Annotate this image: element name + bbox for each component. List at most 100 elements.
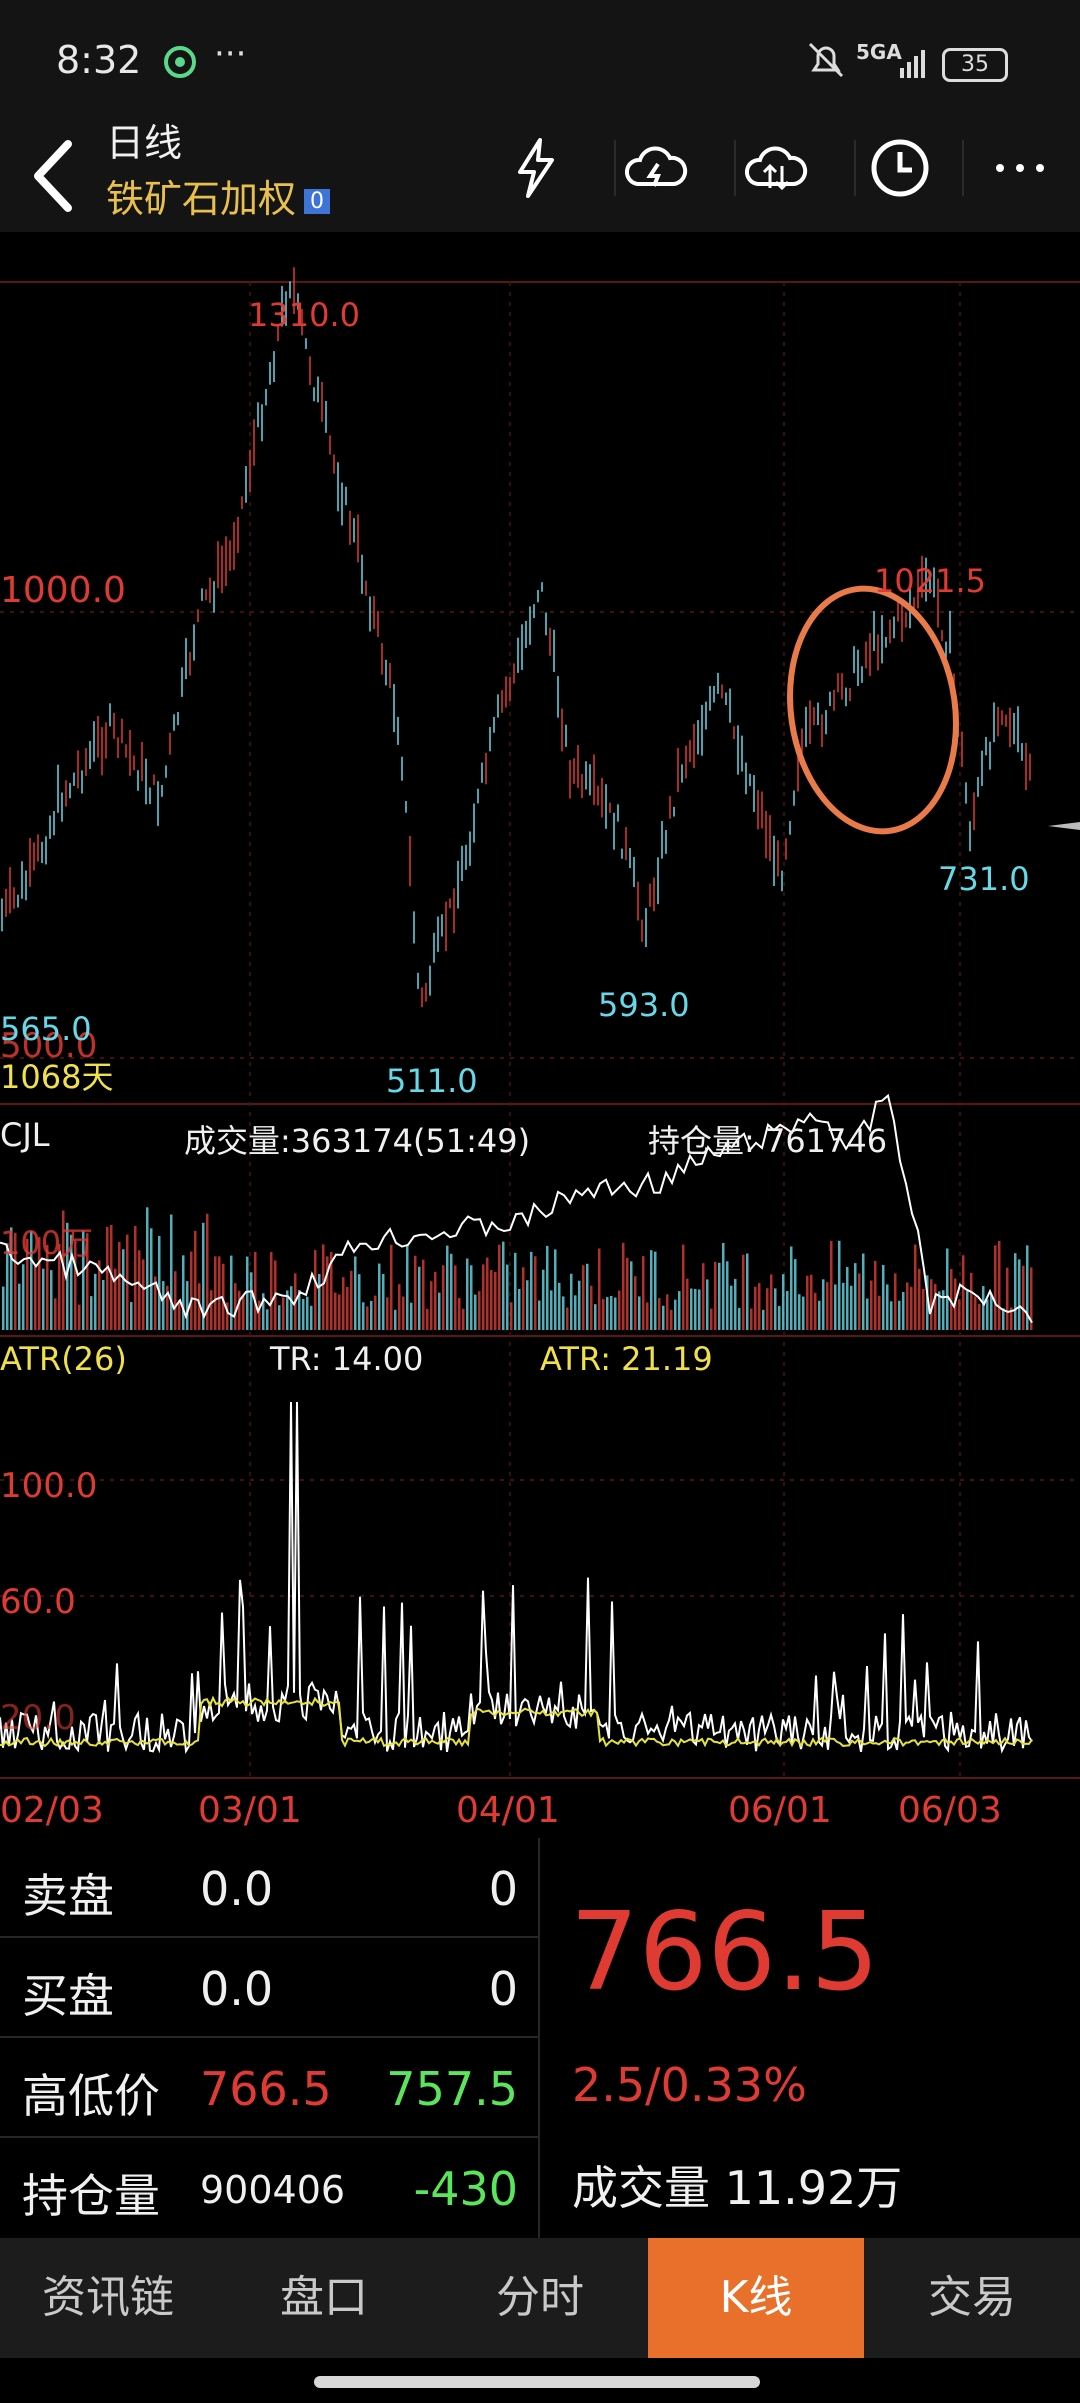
kline-chart-area[interactable]: 1310.0 1000.0 500.0 565.0 1068天 511.0 59…: [0, 232, 1080, 1832]
cloud-sync-icon[interactable]: [620, 132, 692, 204]
volume-bar: [446, 1245, 449, 1330]
volume-bar: [2, 1286, 5, 1330]
buy-qty: 0: [488, 1962, 518, 2016]
tab-kline[interactable]: K线: [648, 2238, 864, 2358]
x-axis-label: 04/01: [456, 1790, 560, 1831]
volume-bar: [350, 1270, 353, 1330]
tab-intraday[interactable]: 分时: [432, 2238, 648, 2358]
volume-bar: [354, 1256, 357, 1330]
volume-bar: [974, 1296, 977, 1330]
volume-bar: [422, 1259, 425, 1330]
kline-chart-canvas[interactable]: [0, 232, 1080, 1832]
volume-bar: [822, 1279, 825, 1330]
volume-bar: [182, 1255, 185, 1330]
volume-bar: [726, 1261, 729, 1330]
volume-bar: [374, 1295, 377, 1330]
volume-bar: [602, 1299, 605, 1330]
header-divider: [734, 140, 736, 196]
low-label: 731.0: [938, 860, 1030, 898]
volume-bar: [870, 1280, 873, 1330]
volume-bar: [54, 1298, 57, 1330]
high-price: 766.5: [200, 2062, 332, 2116]
volume-bars: [2, 1207, 1033, 1330]
volume-bar: [210, 1290, 213, 1330]
tab-order-book[interactable]: 盘口: [216, 2238, 432, 2358]
instrument-name-label: 铁矿石加权: [106, 177, 297, 221]
volume-bar: [890, 1301, 893, 1330]
volume-bar: [978, 1303, 981, 1330]
chart-grid: [0, 281, 1080, 1779]
tab-trade[interactable]: 交易: [864, 2238, 1080, 2358]
volume-bar: [982, 1286, 985, 1330]
volume-bar: [710, 1308, 713, 1330]
home-indicator[interactable]: [314, 2376, 760, 2388]
volume-bar: [814, 1292, 817, 1330]
volume-bar: [834, 1284, 837, 1330]
volume-bar: [522, 1267, 525, 1330]
volume-bar: [794, 1259, 797, 1330]
volume-bar: [558, 1282, 561, 1330]
tr-value: TR: 14.00: [270, 1340, 424, 1378]
volume-bar: [462, 1308, 465, 1330]
volume-bar: [118, 1242, 121, 1330]
volume-bar: [754, 1286, 757, 1330]
page-title: 日线: [106, 121, 183, 165]
volume-bar: [142, 1259, 145, 1330]
volume-bar: [366, 1306, 369, 1330]
volume-bar: [894, 1273, 897, 1330]
volume-bar: [302, 1298, 305, 1330]
volume-bar: [22, 1264, 25, 1330]
header-divider: [854, 140, 856, 196]
cloud-transfer-icon[interactable]: [740, 132, 812, 204]
volume-bar: [622, 1243, 625, 1330]
volume-bar: [322, 1244, 325, 1330]
volume-bar: [962, 1255, 965, 1330]
volume-bar: [826, 1282, 829, 1330]
instrument-name[interactable]: 铁矿石加权 0: [106, 168, 331, 223]
volume-bar: [50, 1270, 53, 1330]
open-interest-value: 持仓量: 761746: [648, 1122, 888, 1160]
volume-bar: [386, 1297, 389, 1330]
volume-bar: [758, 1283, 761, 1330]
volume-bar: [730, 1285, 733, 1330]
open-interest-row: 持仓量 900406 -430: [0, 2138, 538, 2236]
quote-table: 卖盘 0.0 0 买盘 0.0 0 高低价 766.5 757.5 持仓量 90…: [0, 1838, 540, 2238]
volume-bar: [786, 1291, 789, 1330]
volume-bar: [946, 1248, 949, 1330]
volume-bar: [474, 1294, 477, 1330]
atr-level-label: 100.0: [0, 1466, 98, 1506]
volume-bar: [490, 1269, 493, 1330]
volume-bar: [986, 1299, 989, 1330]
volume-bar: [666, 1294, 669, 1330]
volume-bar: [454, 1265, 457, 1330]
volume-scale-label: 100万: [0, 1224, 94, 1262]
volume-bar: [650, 1250, 653, 1330]
volume-bar: [546, 1245, 549, 1330]
low-label: 565.0: [0, 1010, 92, 1048]
volume-bar: [122, 1249, 125, 1330]
volume-bar: [518, 1288, 521, 1330]
volume-bar: [250, 1272, 253, 1330]
volume-bar: [230, 1255, 233, 1330]
volume-bar: [214, 1256, 217, 1330]
app-notification-icon: [164, 46, 196, 78]
volume-bar: [78, 1304, 81, 1330]
clock-icon[interactable]: [864, 132, 936, 204]
volume-bar: [766, 1288, 769, 1330]
volume-bar: [382, 1273, 385, 1330]
volume-bar: [414, 1255, 417, 1330]
volume-bar: [646, 1302, 649, 1330]
atr-level-label: 20.0: [0, 1698, 76, 1738]
lightning-icon[interactable]: [500, 132, 572, 204]
back-arrow-icon[interactable]: [24, 132, 84, 222]
volume-bar: [682, 1244, 685, 1330]
more-menu-icon[interactable]: [984, 132, 1056, 204]
header-divider: [962, 140, 964, 196]
volume-bar: [1006, 1267, 1009, 1330]
volume-bar: [842, 1282, 845, 1330]
tab-news-chain[interactable]: 资讯链: [0, 2238, 216, 2358]
volume-bar: [626, 1257, 629, 1330]
volume-bar: [906, 1282, 909, 1330]
volume-bar: [470, 1265, 473, 1330]
volume-bar: [762, 1309, 765, 1330]
